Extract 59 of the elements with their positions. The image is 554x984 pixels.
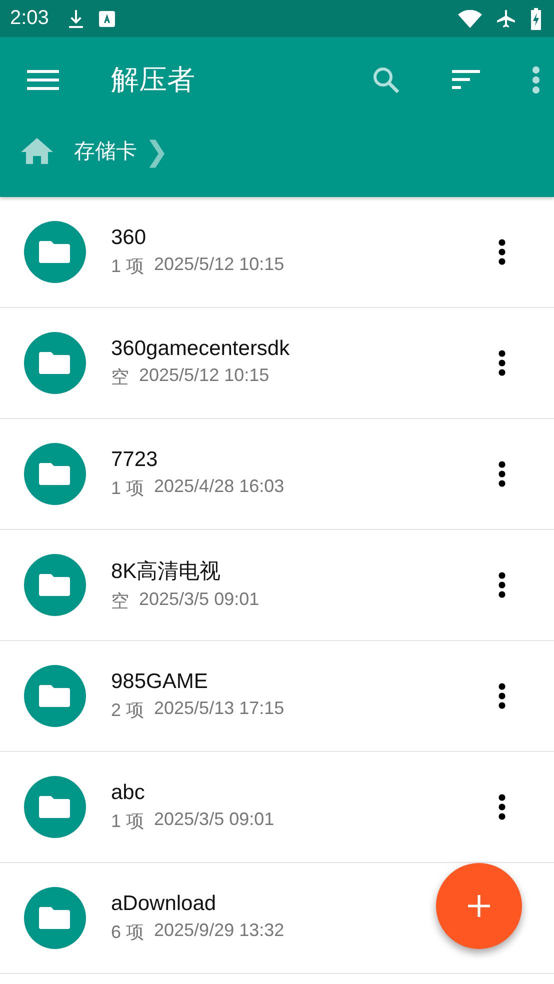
breadcrumb-separator: ❯	[145, 134, 168, 168]
more-icon	[498, 350, 506, 376]
modified-date: 2025/3/5 09:01	[154, 809, 274, 831]
folder-name: 360gamecentersdk	[111, 337, 290, 361]
folder-name: 7723	[111, 448, 158, 472]
folder-name: 985GAME	[111, 670, 208, 694]
modified-date: 2025/5/12 10:15	[154, 254, 284, 276]
folder-row[interactable]: 8K高清电视 空 2025/3/5 09:01	[0, 530, 554, 641]
breadcrumb-item[interactable]: 存储卡	[74, 137, 137, 165]
folder-icon	[24, 332, 86, 394]
item-count: 1 项	[111, 477, 144, 500]
more-icon	[498, 683, 506, 709]
more-icon	[498, 239, 506, 265]
item-count: 1 项	[111, 255, 144, 278]
more-icon	[498, 461, 506, 487]
keyboard-icon	[98, 10, 115, 26]
add-icon	[468, 895, 490, 917]
folder-icon	[24, 221, 86, 283]
item-count: 2 项	[111, 699, 144, 722]
status-time: 2:03	[10, 7, 49, 30]
item-count: 空	[111, 590, 129, 613]
modified-date: 2025/4/28 16:03	[154, 476, 284, 498]
item-count: 6 项	[111, 921, 144, 944]
menu-button[interactable]	[27, 69, 59, 91]
modified-date: 2025/5/13 17:15	[154, 698, 284, 720]
modified-date: 2025/5/12 10:15	[139, 365, 270, 387]
folder-icon	[24, 665, 86, 727]
folder-row[interactable]: 7723 1 项 2025/4/28 16:03	[0, 419, 554, 530]
folder-row[interactable]: 360 1 项 2025/5/12 10:15	[0, 197, 554, 308]
menu-icon	[27, 69, 59, 91]
sort-icon	[452, 70, 480, 90]
folder-icon	[24, 776, 86, 838]
airplane-icon	[496, 8, 516, 28]
wifi-icon	[458, 10, 482, 28]
folder-row[interactable]: abc 1 项 2025/3/5 09:01	[0, 752, 554, 863]
modified-date: 2025/3/5 09:01	[139, 589, 260, 611]
folder-name: aDownload	[111, 892, 216, 916]
more-icon	[498, 572, 506, 598]
folder-name: 360	[111, 226, 146, 250]
battery-icon	[530, 8, 542, 30]
search-button[interactable]	[372, 66, 400, 94]
folder-row[interactable]: 985GAME 2 项 2025/5/13 17:15	[0, 641, 554, 752]
app-title: 解压者	[111, 63, 195, 97]
more-icon	[498, 794, 506, 820]
search-icon	[372, 66, 400, 94]
folder-name: 8K高清电视	[111, 559, 221, 585]
more-icon	[532, 66, 540, 94]
folder-icon	[24, 887, 86, 949]
more-options-button[interactable]	[532, 66, 540, 94]
folder-name: abc	[111, 781, 145, 805]
folder-icon	[24, 554, 86, 616]
folder-icon	[24, 443, 86, 505]
sort-button[interactable]	[452, 70, 480, 90]
item-count: 空	[111, 366, 129, 389]
folder-row[interactable]: 360gamecentersdk 空 2025/5/12 10:15	[0, 308, 554, 419]
download-icon	[66, 8, 85, 28]
item-count: 1 项	[111, 810, 144, 833]
modified-date: 2025/9/29 13:32	[154, 920, 284, 942]
add-button[interactable]	[436, 863, 522, 949]
